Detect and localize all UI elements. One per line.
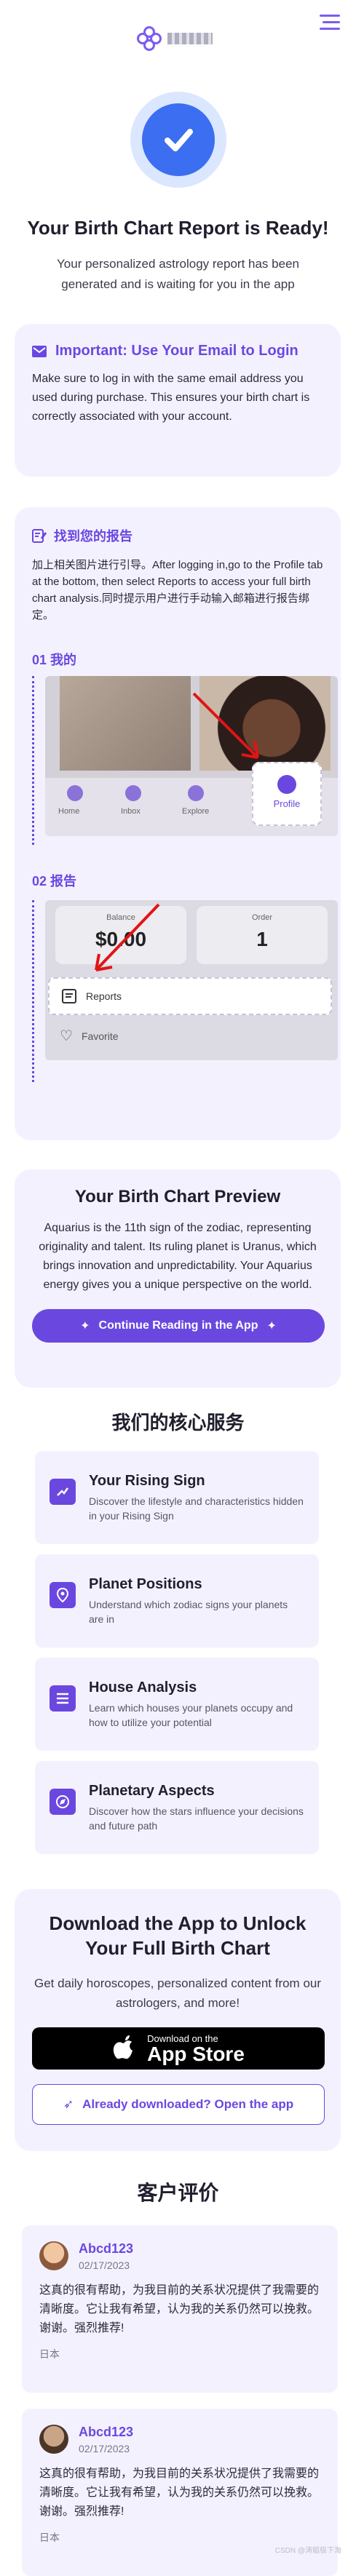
step-1-connector (32, 676, 34, 845)
reports-label: Reports (86, 990, 122, 1002)
service-card-planet-positions[interactable]: Planet Positions Understand which zodiac … (35, 1554, 319, 1647)
reviewer-country: 日本 (39, 2348, 60, 2360)
profile-icon (277, 775, 296, 794)
preview-title: Your Birth Chart Preview (74, 1187, 281, 1206)
review-text: 这真的很有帮助，为我目前的关系状况提供了我需要的清晰度。它让我有希望，认为我的关… (39, 2284, 320, 2334)
home-tab-label: Home (58, 807, 80, 816)
sparkle-icon: ✦ (80, 1320, 90, 1332)
service-card-planetary-aspects[interactable]: Planetary Aspects Discover how the stars … (35, 1761, 319, 1854)
photo-card-left (60, 676, 191, 771)
favorite-menu-item[interactable]: ♡ Favorite (60, 1027, 119, 1045)
open-app-button[interactable]: ➶ Already downloaded? Open the app (32, 2084, 325, 2125)
continue-reading-button[interactable]: ✦ Continue Reading in the App ✦ (32, 1309, 325, 1343)
guide-heading: 找到您的报告 (32, 526, 323, 545)
app-store-button[interactable]: Download on the App Store (32, 2027, 325, 2070)
download-app-card: Download the App to Unlock Your Full Bir… (15, 1889, 341, 2151)
top-bar (0, 0, 356, 70)
explore-tab-icon (188, 785, 204, 801)
open-app-label: Already downloaded? Open the app (82, 2097, 294, 2111)
important-body: Make sure to log in with the same email … (32, 373, 310, 423)
service-title: Planet Positions (89, 1576, 202, 1592)
page-subtitle: Your personalized astrology report has b… (57, 257, 299, 291)
important-notice-card: Important: Use Your Email to Login Make … (15, 324, 341, 477)
list-icon (50, 1685, 76, 1712)
birth-chart-preview-card: Your Birth Chart Preview Aquarius is the… (15, 1169, 341, 1388)
service-desc: Discover the lifestyle and characteristi… (89, 1495, 304, 1522)
service-desc: Discover how the stars influence your de… (89, 1805, 304, 1832)
report-edit-icon (32, 529, 47, 543)
apple-icon (113, 2035, 133, 2059)
service-card-house-analysis[interactable]: House Analysis Learn which houses your pl… (35, 1658, 319, 1751)
inbox-tab-icon (125, 785, 141, 801)
brand-logo-icon (137, 26, 162, 51)
reviewer-country: 日本 (39, 2532, 60, 2543)
reports-icon (62, 989, 76, 1003)
order-tile: Order 1 (197, 906, 328, 964)
app-store-big-label: App Store (147, 2042, 245, 2065)
service-desc: Understand which zodiac signs your plane… (89, 1599, 288, 1625)
watermark: CSDN @涛姐极下淘 (274, 2547, 341, 2555)
rocket-icon: ➶ (63, 2097, 74, 2111)
service-title: Planetary Aspects (89, 1783, 215, 1799)
important-heading: Important: Use Your Email to Login (32, 343, 323, 359)
email-icon (32, 345, 47, 357)
service-title: Your Rising Sign (89, 1473, 205, 1489)
review-text: 这真的很有帮助，为我目前的关系状况提供了我需要的清晰度。它让我有希望，认为我的关… (39, 2468, 320, 2518)
review-date: 02/17/2023 (79, 2259, 130, 2271)
profile-label: Profile (273, 798, 301, 809)
preview-body: Aquarius is the 11th sign of the zodiac,… (39, 1222, 317, 1291)
step-2-connector (32, 900, 34, 1082)
location-pin-icon (50, 1582, 76, 1608)
order-label: Order (251, 913, 273, 922)
inbox-tab-label: Inbox (121, 807, 141, 816)
find-report-card: 找到您的报告 加上相关图片进行引导。After logging in,go to… (15, 507, 341, 1140)
service-desc: Learn which houses your planets occupy a… (89, 1702, 293, 1728)
step-2-label: 02 报告 (32, 874, 77, 889)
profile-tab-screenshot: Home Inbox Explore Profile (45, 676, 338, 836)
service-title: House Analysis (89, 1679, 197, 1696)
reviews-title: 客户评价 (137, 2182, 219, 2204)
trending-up-icon (50, 1479, 76, 1505)
continue-reading-label: Continue Reading in the App (98, 1319, 258, 1332)
download-title: Download the App to Unlock Your Full Bir… (49, 1912, 306, 1959)
brand-logo[interactable] (137, 26, 213, 51)
reports-menu-item[interactable]: Reports (48, 977, 332, 1015)
reports-menu-screenshot: Balance $0.00 Order 1 Reports ♡ Favorite (45, 900, 338, 1060)
page-title: Your Birth Chart Report is Ready! (27, 217, 329, 239)
review-date: 02/17/2023 (79, 2443, 130, 2454)
guide-description: 加上相关图片进行引导。After logging in,go to the Pr… (32, 559, 323, 621)
reviewer-name: Abcd123 (79, 2241, 134, 2256)
arrow-pointer-1 (192, 692, 259, 759)
reviewer-avatar (39, 2425, 68, 2454)
home-tab-icon (67, 785, 83, 801)
hamburger-menu-icon[interactable] (320, 15, 340, 31)
download-body: Get daily horoscopes, personalized conte… (33, 1976, 322, 2010)
step-1-label: 01 我的 (32, 653, 77, 667)
heart-icon: ♡ (60, 1028, 73, 1044)
service-card-rising-sign[interactable]: Your Rising Sign Discover the lifestyle a… (35, 1451, 319, 1544)
brand-name-obscured (167, 33, 213, 44)
reviewer-avatar (39, 2241, 68, 2270)
explore-tab-label: Explore (182, 807, 210, 816)
order-value: 1 (256, 928, 268, 950)
sparkle-icon: ✦ (266, 1320, 277, 1332)
important-title: Important: Use Your Email to Login (55, 343, 298, 359)
favorite-label: Favorite (81, 1030, 119, 1042)
arrow-pointer-2 (95, 903, 160, 971)
guide-title: 找到您的报告 (54, 529, 132, 544)
compass-icon (50, 1789, 76, 1815)
success-check-badge (130, 92, 226, 188)
profile-tab-highlight[interactable]: Profile (252, 762, 322, 826)
services-title: 我们的核心服务 (111, 1412, 245, 1434)
review-card: Abcd123 02/17/2023 这真的很有帮助，为我目前的关系状况提供了我… (22, 2225, 338, 2393)
reviewer-name: Abcd123 (79, 2425, 134, 2439)
check-icon (141, 103, 215, 176)
